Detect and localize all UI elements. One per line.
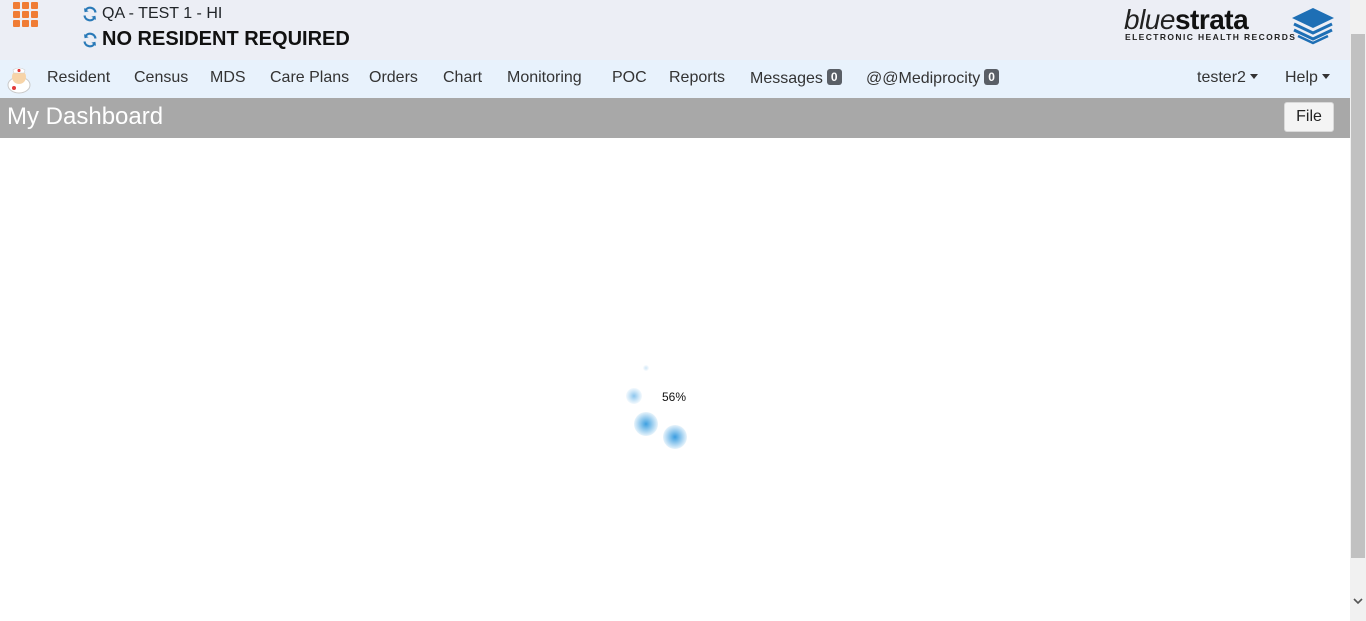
file-button[interactable]: File bbox=[1284, 102, 1334, 132]
brand-tagline: ELECTRONIC HEALTH RECORDS bbox=[1125, 32, 1297, 42]
refresh-icon[interactable] bbox=[82, 6, 98, 22]
apps-grid-icon[interactable] bbox=[13, 2, 41, 30]
user-menu[interactable]: tester2 bbox=[1197, 69, 1258, 87]
refresh-icon[interactable] bbox=[82, 32, 98, 48]
nav-mediprocity[interactable]: @@Mediprocity 0 bbox=[866, 69, 999, 88]
brand-logo: bluestrata ELECTRONIC HEALTH RECORDS bbox=[1124, 4, 1339, 48]
chevron-down-icon[interactable] bbox=[1353, 596, 1363, 606]
page-title: My Dashboard bbox=[7, 103, 164, 130]
page-scrollbar[interactable] bbox=[1350, 0, 1366, 621]
nav-orders[interactable]: Orders bbox=[369, 69, 418, 87]
nurse-avatar-icon[interactable] bbox=[5, 64, 33, 94]
nav-census[interactable]: Census bbox=[134, 69, 188, 87]
spinner-dot bbox=[634, 412, 658, 436]
help-menu-label: Help bbox=[1285, 69, 1318, 86]
caret-down-icon bbox=[1321, 74, 1330, 79]
nav-resident[interactable]: Resident bbox=[47, 69, 110, 87]
nav-care-plans[interactable]: Care Plans bbox=[270, 69, 349, 87]
nav-reports[interactable]: Reports bbox=[669, 69, 725, 87]
dashboard-title-bar: My Dashboard File bbox=[0, 98, 1350, 138]
spinner-dot bbox=[663, 425, 687, 449]
user-menu-label: tester2 bbox=[1197, 69, 1246, 86]
spinner-dot bbox=[643, 365, 649, 371]
main-nav: Resident Census MDS Care Plans Orders Ch… bbox=[0, 60, 1350, 98]
facility-selector[interactable]: QA - TEST 1 - HI bbox=[82, 5, 222, 23]
nav-messages[interactable]: Messages 0 bbox=[750, 69, 842, 88]
nav-mediprocity-label: @@Mediprocity bbox=[866, 70, 981, 87]
facility-name: QA - TEST 1 - HI bbox=[102, 5, 223, 22]
resident-name: NO RESIDENT REQUIRED bbox=[102, 28, 350, 50]
nav-monitoring[interactable]: Monitoring bbox=[507, 69, 582, 87]
layered-stack-logo bbox=[1292, 8, 1334, 45]
messages-count-badge: 0 bbox=[826, 69, 842, 85]
loading-progress-text: 56% bbox=[662, 390, 687, 404]
nav-mds[interactable]: MDS bbox=[210, 69, 246, 87]
mediprocity-count-badge: 0 bbox=[984, 69, 999, 85]
nav-chart[interactable]: Chart bbox=[443, 69, 482, 87]
caret-down-icon bbox=[1249, 74, 1258, 79]
nav-messages-label: Messages bbox=[750, 70, 823, 87]
spinner-dot bbox=[626, 388, 642, 404]
loading-spinner bbox=[620, 355, 720, 455]
help-menu[interactable]: Help bbox=[1285, 69, 1330, 87]
scrollbar-thumb[interactable] bbox=[1351, 34, 1365, 558]
resident-selector[interactable]: NO RESIDENT REQUIRED bbox=[82, 28, 350, 51]
nav-poc[interactable]: POC bbox=[612, 69, 647, 87]
top-header: QA - TEST 1 - HI NO RESIDENT REQUIRED bl… bbox=[0, 0, 1350, 60]
